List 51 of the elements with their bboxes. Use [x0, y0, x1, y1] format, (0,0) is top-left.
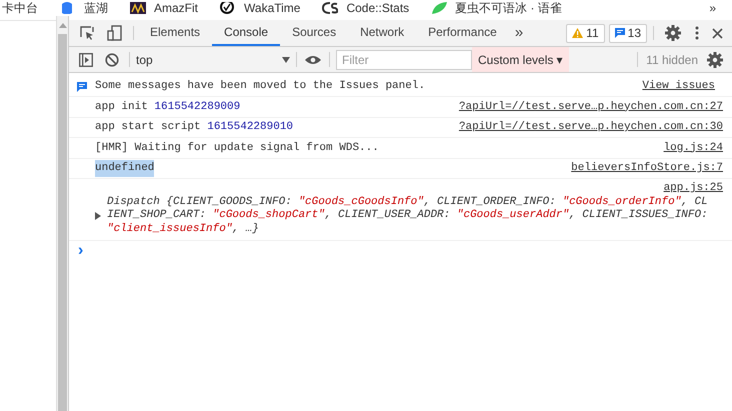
logo-icon: [322, 2, 338, 14]
settings-icon[interactable]: [665, 25, 681, 41]
more-bookmarks-button[interactable]: »: [709, 0, 716, 16]
bookmark-link[interactable]: WakaTime: [244, 0, 300, 16]
message-icon: [614, 28, 625, 38]
close-icon[interactable]: [712, 28, 723, 38]
bookmark-link[interactable]: 蓝湖: [84, 0, 108, 16]
bookmark-link[interactable]: AmazFit: [154, 0, 198, 16]
source-link[interactable]: ?apiUrl=//test.serve…p.heychen.com.cn:27: [458, 98, 723, 115]
bookmark-link[interactable]: 夏虫不可语冰 · 语雀: [455, 0, 562, 16]
eye-icon[interactable]: [305, 54, 321, 64]
warning-icon: [572, 28, 584, 38]
source-link[interactable]: log.js:24: [664, 140, 723, 156]
leaf-icon: [431, 2, 448, 14]
warnings-counter[interactable]: 11: [566, 24, 605, 42]
tab[interactable]: Sources: [280, 20, 348, 46]
object-preview-line: "client_issuesInfo", …}: [107, 222, 259, 236]
log-message: app init 1615542289009: [95, 100, 240, 114]
log-message: [HMR] Waiting for update signal from WDS...: [95, 140, 379, 156]
source-link[interactable]: ?apiUrl=//test.serve…p.heychen.com.cn:30: [458, 119, 723, 136]
message-icon: [77, 82, 87, 92]
log-message: undefined: [95, 160, 154, 176]
settings-icon[interactable]: [707, 52, 723, 68]
logo-icon: [130, 2, 146, 14]
filter-field[interactable]: Filter: [336, 50, 472, 70]
bookmark-link[interactable]: Code::Stats: [346, 0, 410, 16]
tab[interactable]: Network: [348, 20, 416, 46]
sidebar-icon[interactable]: [79, 52, 93, 66]
menu-icon[interactable]: [695, 26, 699, 40]
inspect-icon[interactable]: [79, 25, 95, 41]
object-preview-line: IENT_SHOP_CART: "cGoods_shopCart", CLIENT_USER_ADDR: "cGoods_userAddr", CLIENT_ISSUES_INFO:: [107, 209, 708, 222]
scrollbar-thumb[interactable]: [58, 34, 67, 411]
object-preview-line: Dispatch {CLIENT_GOODS_INFO: "cGoods_cGoodsInfo", CLIENT_ORDER_INFO: "cGoods_orderInfo", CL: [107, 196, 708, 209]
device-icon[interactable]: [107, 25, 123, 41]
message-text: Some messages have been moved to the Issues panel.: [95, 79, 426, 94]
issues-counter[interactable]: 13: [608, 24, 647, 42]
log-message: app start script 1615542289010: [95, 120, 294, 135]
source-link[interactable]: app.js:25: [664, 182, 723, 196]
caret-icon: [282, 56, 290, 62]
view-issues-link[interactable]: View issues: [642, 78, 715, 95]
prompt-caret[interactable]: ›: [78, 242, 84, 258]
hidden-count: 11 hidden: [646, 52, 698, 68]
expand-triangle-icon[interactable]: [95, 212, 101, 220]
more-tabs-button[interactable]: »: [508, 20, 530, 46]
bookmark-link[interactable]: 卡中台: [2, 0, 38, 16]
tab[interactable]: Elements: [138, 20, 212, 46]
source-link[interactable]: believersInfoStore.js:7: [571, 160, 723, 176]
context-dropdown[interactable]: top: [136, 50, 296, 68]
levels-dropdown[interactable]: Custom levels ▾: [472, 47, 569, 72]
clear-icon[interactable]: [105, 52, 119, 66]
tab[interactable]: Performance: [416, 20, 509, 46]
